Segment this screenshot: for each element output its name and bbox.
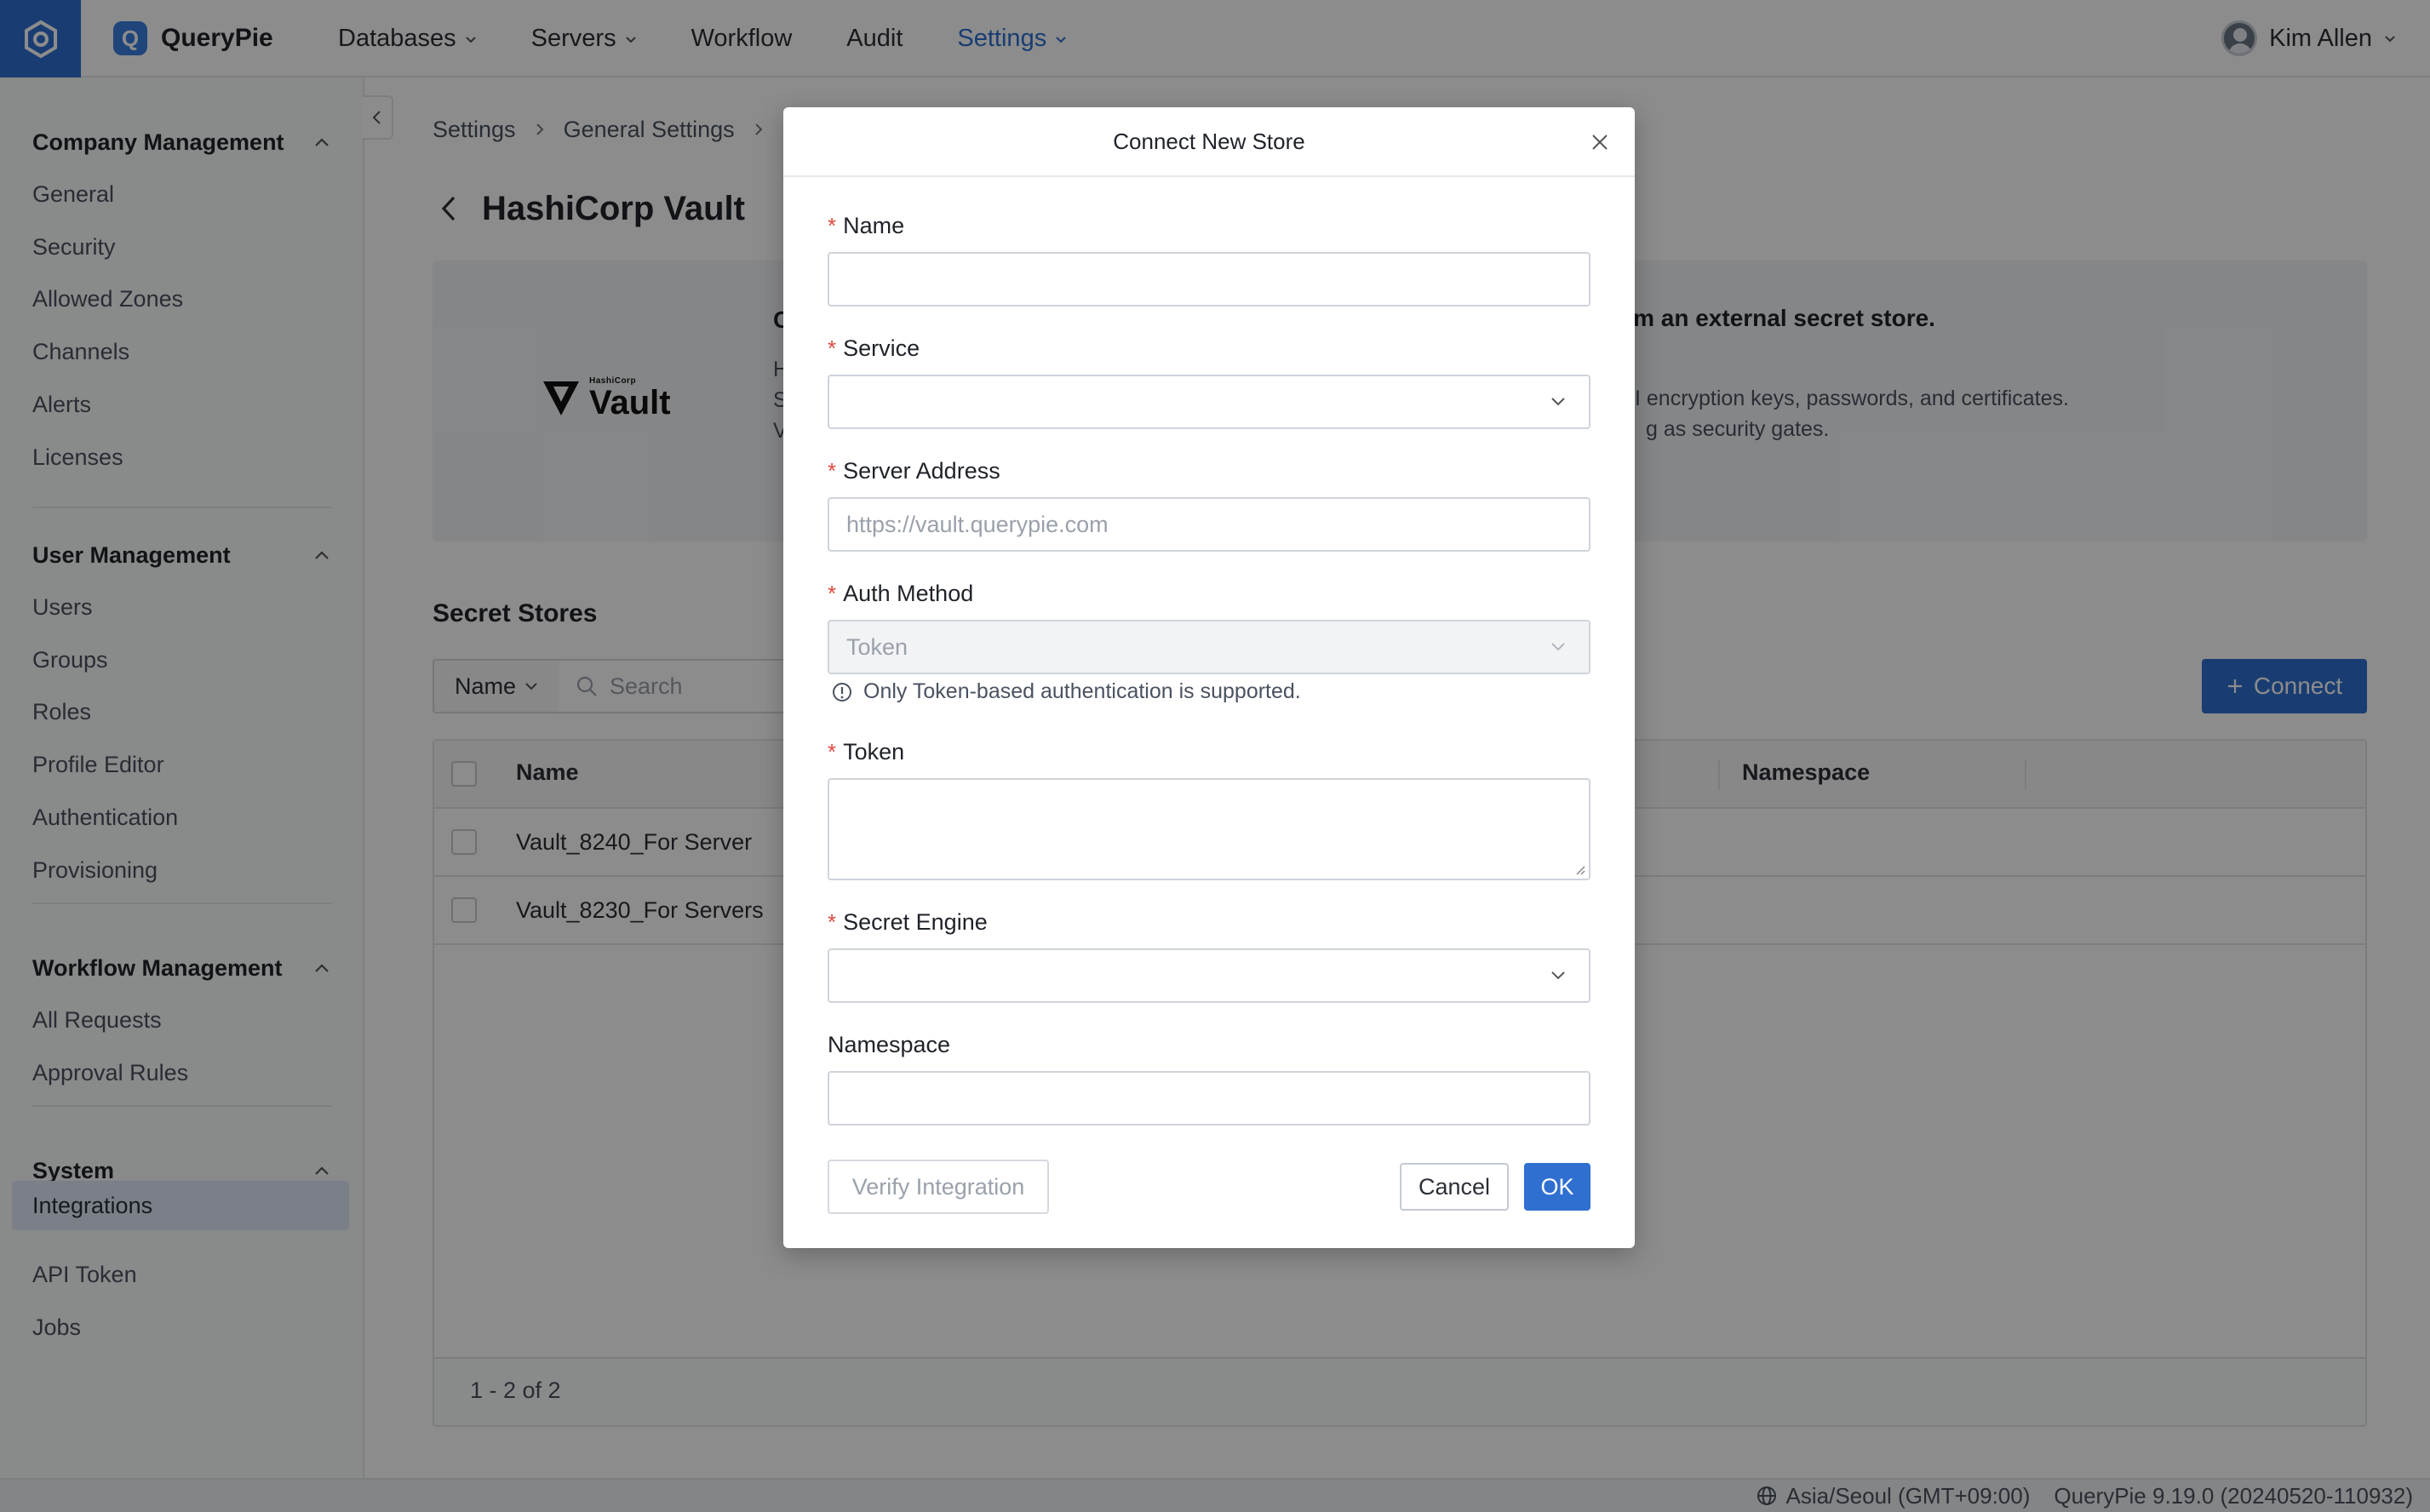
auth-method-field-label: * Auth Method	[828, 581, 973, 607]
token-textarea[interactable]	[828, 778, 1590, 880]
token-label-text: Token	[843, 739, 905, 765]
name-label-text: Name	[843, 213, 905, 238]
secret-engine-select[interactable]	[828, 948, 1590, 1003]
server-address-placeholder: https://vault.querypie.com	[846, 511, 1109, 537]
connect-new-store-dialog: Connect New Store * Name * Service * Ser…	[783, 107, 1635, 1248]
verify-integration-button[interactable]: Verify Integration	[828, 1160, 1049, 1214]
chevron-down-icon	[1551, 643, 1565, 651]
close-icon[interactable]	[1589, 131, 1611, 153]
namespace-field-label: Namespace	[828, 1032, 950, 1058]
secret-engine-label-text: Secret Engine	[843, 909, 988, 935]
secret-engine-field-label: * Secret Engine	[828, 909, 988, 936]
name-input[interactable]	[828, 252, 1590, 306]
auth-method-label-text: Auth Method	[843, 581, 974, 606]
cancel-button[interactable]: Cancel	[1400, 1163, 1509, 1211]
info-circle-icon	[833, 682, 851, 702]
required-asterisk: *	[828, 335, 837, 361]
token-field-label: * Token	[828, 739, 904, 765]
service-field-label: * Service	[828, 335, 920, 362]
namespace-input[interactable]	[828, 1071, 1590, 1125]
dialog-header: Connect New Store	[783, 107, 1635, 177]
server-address-input[interactable]: https://vault.querypie.com	[828, 497, 1590, 552]
ok-button[interactable]: OK	[1524, 1163, 1590, 1211]
service-label-text: Service	[843, 335, 920, 361]
chevron-down-icon	[1551, 971, 1565, 980]
required-asterisk: *	[828, 458, 837, 484]
resize-handle-icon[interactable]	[1573, 863, 1585, 875]
required-asterisk: *	[828, 213, 837, 238]
auth-method-select: Token	[828, 620, 1590, 674]
server-address-label-text: Server Address	[843, 458, 1000, 484]
auth-method-value: Token	[846, 633, 908, 660]
required-asterisk: *	[828, 581, 837, 606]
name-field-label: * Name	[828, 213, 904, 239]
server-address-field-label: * Server Address	[828, 458, 1000, 484]
namespace-label-text: Namespace	[828, 1032, 951, 1057]
required-asterisk: *	[828, 909, 837, 935]
chevron-down-icon	[1551, 398, 1565, 406]
required-asterisk: *	[828, 739, 837, 765]
auth-method-hint: Only Token-based authentication is suppo…	[831, 679, 1301, 704]
auth-method-hint-text: Only Token-based authentication is suppo…	[863, 679, 1301, 703]
dialog-title: Connect New Store	[1113, 128, 1305, 154]
service-select[interactable]	[828, 375, 1590, 429]
